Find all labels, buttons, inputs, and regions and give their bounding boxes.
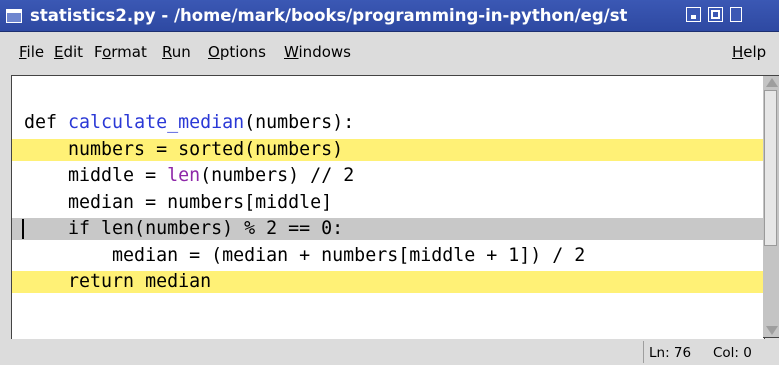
menu-label-part: ile — [26, 43, 45, 61]
menu-edit[interactable]: Edit — [54, 32, 83, 70]
code-text: middle = len(numbers) // 2 — [24, 165, 354, 187]
code-token-keyword: def — [24, 112, 69, 133]
scroll-up-arrow-icon[interactable] — [766, 78, 778, 87]
menu-label-part: F — [94, 43, 103, 61]
code-line[interactable]: middle = len(numbers) // 2 — [12, 165, 764, 187]
code-token-plain: return median — [24, 271, 212, 292]
menu-format[interactable]: Format — [94, 32, 147, 70]
vertical-scrollbar[interactable] — [763, 75, 779, 338]
code-line[interactable]: if len(numbers) % 2 == 0: — [12, 218, 764, 240]
code-text: return median — [24, 271, 211, 293]
code-text: median = (median + numbers[middle + 1]) … — [24, 245, 585, 267]
code-text: def calculate_median(numbers): — [24, 112, 354, 134]
code-token-plain: (numbers): — [244, 112, 355, 133]
title-bar[interactable]: statistics2.py - /home/mark/books/progra… — [0, 0, 779, 32]
idle-editor-window: statistics2.py - /home/mark/books/progra… — [0, 0, 779, 365]
code-token-plain: median = (median + numbers[middle + 1]) … — [24, 244, 586, 266]
code-text: median = numbers[middle] — [24, 192, 332, 214]
minimize-button[interactable] — [686, 7, 701, 22]
code-token-plain: numbers = sorted(numbers) — [24, 138, 344, 160]
menu-label-part: rmat — [111, 43, 147, 61]
menu-label-part: un — [171, 43, 191, 61]
menu-run[interactable]: Run — [162, 32, 191, 70]
menu-file[interactable]: File — [19, 32, 44, 70]
code-line[interactable]: median = (median + numbers[middle + 1]) … — [12, 245, 764, 267]
code-editor[interactable]: def calculate_median(numbers): numbers =… — [11, 75, 765, 340]
menu-mnemonic: F — [19, 43, 27, 61]
code-line[interactable]: median = numbers[middle] — [12, 192, 764, 214]
window-menu-icon[interactable] — [6, 9, 22, 23]
menu-label-part: indows — [298, 43, 351, 61]
code-token-plain: (numbers) // 2 — [200, 165, 355, 186]
menu-windows[interactable]: Windows — [284, 32, 351, 70]
code-line[interactable]: numbers = sorted(numbers) — [12, 138, 764, 161]
window-title: statistics2.py - /home/mark/books/progra… — [30, 6, 628, 25]
maximize-icon — [711, 10, 720, 19]
code-token-builtin: len — [167, 165, 201, 186]
status-separator — [643, 341, 644, 363]
menu-options[interactable]: Options — [208, 32, 266, 70]
code-token-plain: middle = — [24, 165, 168, 186]
code-line[interactable]: def calculate_median(numbers): — [12, 112, 764, 134]
menu-label-part: elp — [743, 43, 767, 61]
menu-mnemonic: R — [162, 43, 172, 61]
menu-mnemonic: W — [284, 43, 299, 61]
column-number-status: Col: 0 — [713, 345, 752, 361]
menu-mnemonic: o — [102, 43, 112, 61]
code-line[interactable]: return median — [12, 271, 764, 293]
maximize-button[interactable] — [708, 7, 723, 22]
scroll-down-arrow-icon[interactable] — [766, 326, 778, 335]
menu-label-part: ptions — [219, 43, 266, 61]
line-number-status: Ln: 76 — [649, 345, 692, 361]
menu-mnemonic: O — [208, 43, 220, 61]
status-bar: Ln: 76 Col: 0 — [0, 339, 779, 365]
code-token-plain: if len(numbers) % 2 == 0: — [24, 218, 344, 239]
menu-bar: File Edit Format Run Options Windows Hel… — [0, 32, 779, 70]
menu-label-part: dit — [63, 43, 84, 61]
close-button[interactable] — [730, 7, 742, 22]
menu-help[interactable]: Help — [732, 32, 766, 70]
minimize-icon — [691, 15, 696, 19]
code-token-plain: median = numbers[middle] — [24, 191, 333, 213]
menu-mnemonic: H — [732, 43, 744, 61]
code-text: numbers = sorted(numbers) — [24, 139, 343, 161]
code-token-function-name: calculate_median — [68, 112, 245, 133]
scrollbar-thumb[interactable] — [764, 90, 777, 246]
code-text: if len(numbers) % 2 == 0: — [24, 218, 343, 240]
